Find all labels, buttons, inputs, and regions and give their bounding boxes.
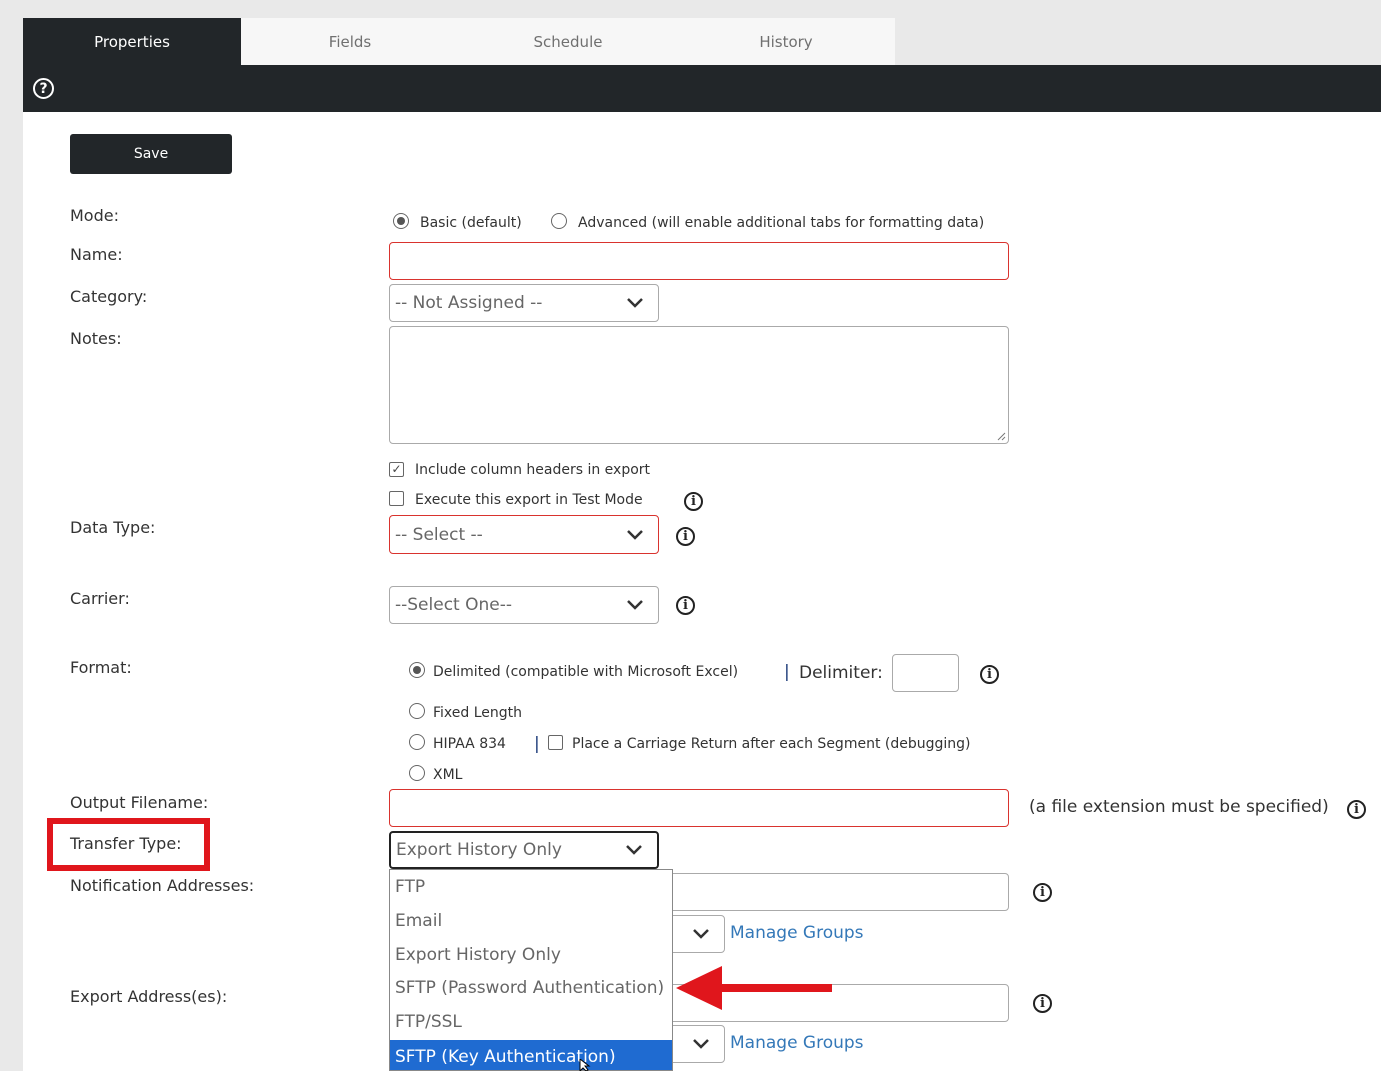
mode-advanced-label: Advanced (will enable additional tabs fo… bbox=[578, 215, 985, 231]
notes-label: Notes: bbox=[70, 329, 122, 348]
export-manage-groups-link[interactable]: Manage Groups bbox=[730, 1033, 864, 1053]
info-circle-icon[interactable]: i bbox=[1347, 800, 1366, 819]
tab-label: Fields bbox=[328, 32, 372, 51]
test-mode-label: Execute this export in Test Mode bbox=[415, 492, 643, 508]
separator: | bbox=[784, 662, 790, 682]
include-headers-checkbox[interactable]: ✓ bbox=[389, 462, 404, 477]
info-circle-icon[interactable]: i bbox=[980, 665, 999, 684]
toolbar bbox=[23, 65, 1381, 112]
mode-basic-label: Basic (default) bbox=[420, 215, 522, 231]
output-filename-label: Output Filename: bbox=[70, 793, 209, 812]
tab-schedule[interactable]: Schedule bbox=[459, 18, 677, 65]
dropdown-option-sftp-key[interactable]: SFTP (Key Authentication) bbox=[390, 1040, 672, 1070]
tab-label: History bbox=[759, 32, 813, 51]
output-filename-hint: (a file extension must be specified) bbox=[1029, 797, 1329, 817]
info-circle-icon[interactable]: i bbox=[676, 596, 695, 615]
notification-addresses-label: Notification Addresses: bbox=[70, 876, 255, 895]
data-type-select[interactable]: -- Select -- bbox=[389, 515, 659, 554]
export-addresses-label: Export Address(es): bbox=[70, 987, 228, 1006]
chevron-down-icon bbox=[627, 529, 643, 540]
mode-advanced-radio[interactable] bbox=[551, 213, 567, 229]
carrier-select[interactable]: --Select One-- bbox=[389, 586, 659, 624]
format-label: Format: bbox=[70, 658, 132, 677]
tab-properties[interactable]: Properties bbox=[23, 18, 241, 65]
format-xml-radio[interactable] bbox=[409, 765, 425, 781]
transfer-type-select[interactable]: Export History Only bbox=[389, 831, 659, 869]
tab-history[interactable]: History bbox=[677, 18, 895, 65]
format-delimited-label: Delimited (compatible with Microsoft Exc… bbox=[433, 664, 739, 680]
notes-textarea[interactable] bbox=[389, 326, 1009, 444]
format-hipaa-label: HIPAA 834 bbox=[433, 736, 506, 752]
format-delimited-radio[interactable] bbox=[409, 662, 425, 678]
format-xml-label: XML bbox=[433, 767, 463, 783]
notification-addresses-input[interactable] bbox=[660, 873, 1009, 911]
red-arrow-left-icon bbox=[676, 966, 832, 1010]
data-type-value: -- Select -- bbox=[395, 524, 483, 545]
tab-label: Properties bbox=[94, 32, 170, 51]
question-circle-icon[interactable]: ? bbox=[33, 78, 54, 99]
dropdown-option-ftp[interactable]: FTP bbox=[390, 870, 672, 904]
data-type-label: Data Type: bbox=[70, 518, 156, 537]
delimiter-input[interactable] bbox=[892, 654, 959, 692]
chevron-down-icon bbox=[626, 845, 642, 855]
info-circle-icon[interactable]: i bbox=[1033, 994, 1052, 1013]
transfer-type-value: Export History Only bbox=[396, 840, 562, 860]
include-headers-label: Include column headers in export bbox=[415, 462, 651, 478]
carriage-return-checkbox[interactable] bbox=[548, 735, 563, 750]
resize-grip-icon[interactable] bbox=[996, 431, 1006, 441]
dropdown-option-export-history-only[interactable]: Export History Only bbox=[390, 938, 672, 972]
mode-label: Mode: bbox=[70, 206, 119, 225]
delimiter-label: Delimiter: bbox=[799, 663, 883, 683]
mode-basic-radio[interactable] bbox=[393, 213, 409, 229]
separator: | bbox=[534, 734, 540, 754]
category-label: Category: bbox=[70, 287, 148, 306]
name-input[interactable] bbox=[389, 242, 1009, 280]
info-circle-icon[interactable]: i bbox=[676, 527, 695, 546]
test-mode-checkbox[interactable] bbox=[389, 491, 404, 506]
tab-fields[interactable]: Fields bbox=[241, 18, 459, 65]
transfer-type-dropdown-list: FTP Email Export History Only SFTP (Pass… bbox=[389, 869, 673, 1071]
output-filename-input[interactable] bbox=[389, 789, 1009, 827]
name-label: Name: bbox=[70, 245, 123, 264]
category-select[interactable]: -- Not Assigned -- bbox=[389, 284, 659, 322]
save-button[interactable]: Save bbox=[70, 134, 232, 174]
format-fixed-length-label: Fixed Length bbox=[433, 705, 523, 721]
mouse-pointer-icon bbox=[579, 1059, 591, 1071]
chevron-down-icon bbox=[627, 600, 643, 610]
tab-label: Schedule bbox=[533, 32, 603, 51]
annotation-highlight-box bbox=[47, 818, 210, 871]
chevron-down-icon bbox=[693, 929, 709, 939]
category-value: -- Not Assigned -- bbox=[395, 293, 543, 313]
carrier-value: --Select One-- bbox=[395, 595, 512, 615]
carrier-label: Carrier: bbox=[70, 589, 130, 608]
info-circle-icon[interactable]: i bbox=[684, 492, 703, 511]
chevron-down-icon bbox=[693, 1039, 709, 1049]
format-hipaa-radio[interactable] bbox=[409, 734, 425, 750]
dropdown-option-email[interactable]: Email bbox=[390, 904, 672, 938]
info-circle-icon[interactable]: i bbox=[1033, 883, 1052, 902]
chevron-down-icon bbox=[627, 298, 643, 308]
dropdown-option-ftp-ssl[interactable]: FTP/SSL bbox=[390, 1005, 672, 1039]
dropdown-option-sftp-password[interactable]: SFTP (Password Authentication) bbox=[390, 971, 672, 1005]
notification-manage-groups-link[interactable]: Manage Groups bbox=[730, 923, 864, 943]
carriage-return-label: Place a Carriage Return after each Segme… bbox=[572, 736, 971, 752]
format-fixed-length-radio[interactable] bbox=[409, 703, 425, 719]
